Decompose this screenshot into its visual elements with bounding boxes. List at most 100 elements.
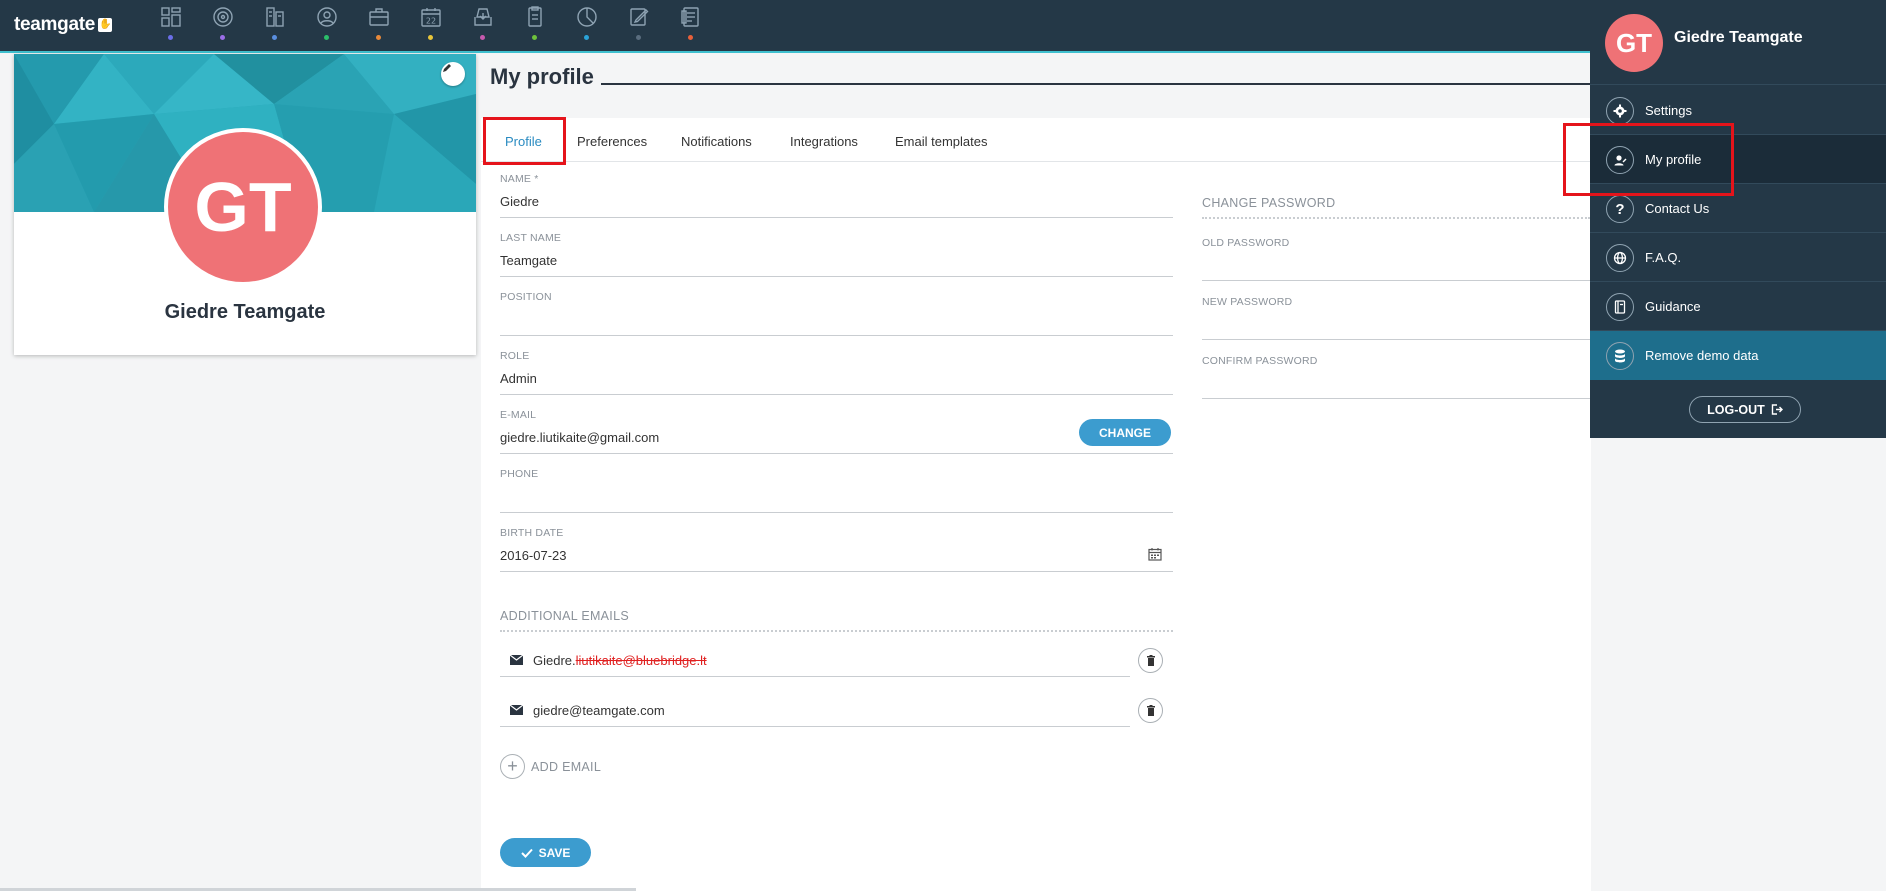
additional-email-underline — [500, 676, 1130, 677]
tab-integrations[interactable]: Integrations — [790, 134, 858, 149]
change-password-heading: CHANGE PASSWORD — [1202, 196, 1336, 210]
tab-preferences[interactable]: Preferences — [577, 134, 647, 149]
deals-icon — [369, 8, 389, 26]
calendar-icon[interactable] — [1148, 547, 1162, 561]
menu-item-guidance[interactable]: Guidance — [1590, 282, 1886, 331]
role-input[interactable]: Admin — [500, 371, 537, 386]
reports-icon — [577, 7, 597, 27]
nav-notes[interactable] — [616, 5, 668, 45]
app-logo[interactable]: teamgate ✋ — [14, 14, 113, 36]
module-icons: 22 — [148, 5, 720, 45]
tab-email-templates[interactable]: Email templates — [895, 134, 987, 149]
birth-date-underline — [500, 571, 1173, 572]
logo-text: teamgate — [14, 14, 96, 35]
confirm-password-input[interactable] — [1202, 373, 1590, 395]
email-underline — [500, 453, 1173, 454]
name-input[interactable]: Giedre — [500, 194, 539, 209]
position-underline — [500, 335, 1173, 336]
menu-item-remove-demo-data[interactable]: Remove demo data — [1590, 331, 1886, 380]
database-icon — [1606, 342, 1634, 370]
logout-button[interactable]: LOG-OUT — [1689, 396, 1801, 423]
last-name-underline — [500, 276, 1173, 277]
envelope-icon — [510, 705, 523, 715]
title-underline — [601, 83, 1591, 85]
nav-companies[interactable] — [252, 5, 304, 45]
profile-card-name: Giedre Teamgate — [164, 301, 326, 323]
nav-forms[interactable] — [668, 5, 720, 45]
nav-documents[interactable] — [512, 5, 564, 45]
phone-label: PHONE — [500, 468, 539, 480]
phone-input[interactable] — [500, 489, 1173, 507]
edit-cover-button[interactable] — [441, 62, 465, 86]
additional-email-item[interactable]: giedre@teamgate.com — [533, 703, 665, 718]
old-password-input[interactable] — [1202, 255, 1590, 277]
highlight-my-profile-item — [1563, 123, 1734, 196]
menu-item-faq[interactable]: F.A.Q. — [1590, 233, 1886, 282]
avatar[interactable]: GT — [164, 128, 322, 286]
nav-indicator-dot — [220, 35, 225, 40]
profile-card: GT Giedre Teamgate — [14, 54, 476, 355]
notes-icon — [630, 8, 649, 26]
role-underline — [500, 394, 1173, 395]
inbox-icon — [474, 8, 492, 26]
menu-item-label: Guidance — [1645, 299, 1701, 314]
position-input[interactable] — [500, 312, 1173, 330]
question-icon: ? — [1606, 195, 1634, 223]
redacted-email-text: liutikaite@bluebridge.lt — [575, 653, 707, 668]
nav-deals[interactable] — [356, 5, 408, 45]
user-menu-header: GT Giedre Teamgate — [1590, 0, 1886, 85]
nav-target[interactable] — [200, 5, 252, 45]
avatar[interactable]: GT — [1605, 14, 1663, 72]
contacts-icon — [317, 7, 337, 27]
birth-date-input[interactable]: 2016-07-23 — [500, 548, 567, 563]
book-icon — [1606, 293, 1634, 321]
section-divider — [500, 630, 1173, 632]
nav-contacts[interactable] — [304, 5, 356, 45]
pencil-icon — [443, 64, 451, 72]
additional-emails-heading: ADDITIONAL EMAILS — [500, 609, 629, 623]
logo-mark-icon: ✋ — [98, 18, 113, 32]
confirm-password-underline — [1202, 398, 1590, 399]
email-field[interactable]: giedre.liutikaite@gmail.com — [500, 430, 659, 445]
check-icon — [520, 848, 533, 858]
nav-indicator-dot — [168, 35, 173, 40]
last-name-input[interactable]: Teamgate — [500, 253, 557, 268]
nav-indicator-dot — [688, 35, 693, 40]
nav-indicator-dot — [428, 35, 433, 40]
tab-notifications[interactable]: Notifications — [681, 134, 752, 149]
trash-icon — [1146, 655, 1155, 666]
logout-label: LOG-OUT — [1707, 402, 1765, 417]
position-label: POSITION — [500, 291, 552, 303]
target-icon — [213, 7, 233, 27]
additional-email-prefix: Giedre. — [533, 653, 576, 668]
additional-email-underline — [500, 726, 1130, 727]
nav-indicator-dot — [584, 35, 589, 40]
nav-reports[interactable] — [564, 5, 616, 45]
save-label: SAVE — [538, 845, 571, 860]
nav-indicator-dot — [636, 35, 641, 40]
user-menu-dropdown: GT Giedre Teamgate Settings My profile ?… — [1590, 0, 1886, 438]
documents-icon — [528, 6, 542, 27]
delete-email-button[interactable] — [1138, 698, 1163, 723]
new-password-input[interactable] — [1202, 314, 1590, 336]
save-button[interactable]: SAVE — [500, 838, 591, 867]
svg-text:22: 22 — [426, 17, 436, 26]
plus-icon: + — [500, 754, 525, 779]
menu-item-label: F.A.Q. — [1645, 250, 1682, 265]
nav-inbox[interactable] — [460, 5, 512, 45]
nav-dashboard[interactable] — [148, 5, 200, 45]
logout-icon — [1771, 404, 1783, 415]
old-password-label: OLD PASSWORD — [1202, 237, 1290, 249]
companies-icon — [266, 7, 284, 27]
change-email-button[interactable]: CHANGE — [1079, 419, 1171, 446]
birth-date-label: BIRTH DATE — [500, 527, 564, 539]
last-name-label: LAST NAME — [500, 232, 562, 244]
add-email-button[interactable]: + ADD EMAIL — [500, 754, 601, 779]
delete-email-button[interactable] — [1138, 648, 1163, 673]
nav-calendar[interactable]: 22 — [408, 5, 460, 45]
name-underline — [500, 217, 1173, 218]
highlight-profile-tab — [483, 117, 566, 165]
new-password-label: NEW PASSWORD — [1202, 296, 1293, 308]
additional-email-item[interactable]: Giedre.liutikaite@bluebridge.lt — [533, 653, 707, 668]
calendar-icon: 22 — [421, 8, 441, 27]
